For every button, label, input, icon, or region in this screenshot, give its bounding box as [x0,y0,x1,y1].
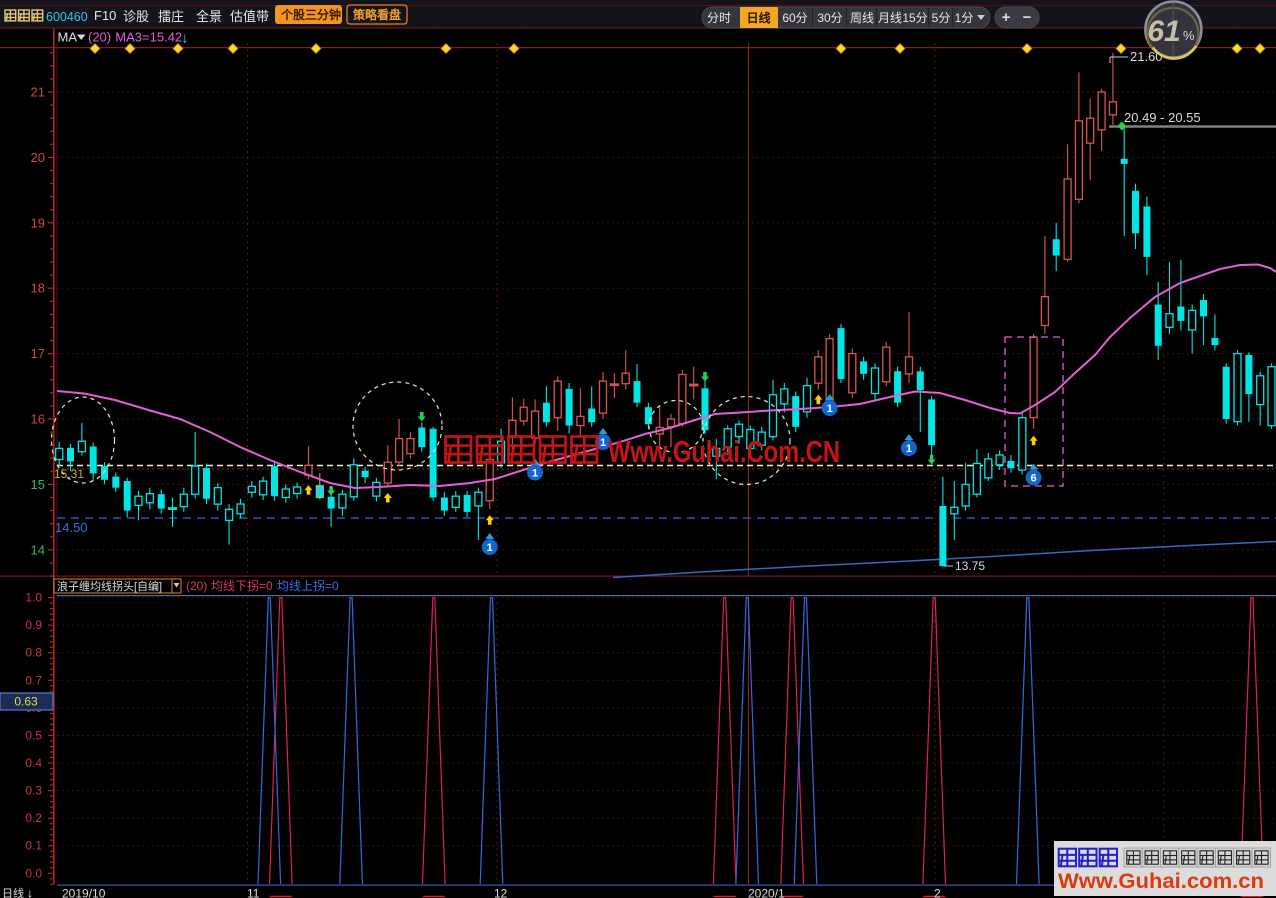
svg-text:−: − [1023,9,1032,26]
svg-text:个股三分钟: 个股三分钟 [280,7,341,22]
svg-text:日线: 日线 [747,10,771,25]
svg-text:(20): (20) [186,579,207,593]
svg-text:20: 20 [31,150,45,165]
svg-text:月线: 月线 [878,11,902,25]
svg-text:2: 2 [934,887,941,898]
svg-text:14: 14 [31,542,45,557]
svg-text:0.8: 0.8 [25,646,42,660]
svg-text:(20): (20) [88,30,111,45]
svg-text:1: 1 [532,468,538,480]
svg-text:16: 16 [31,412,45,427]
svg-text:0.2: 0.2 [25,811,42,825]
svg-text:2020/1: 2020/1 [748,887,785,898]
svg-text:日线: 日线 [2,886,24,898]
svg-text:F10: F10 [94,8,116,23]
svg-text:12: 12 [494,887,508,898]
svg-text:全景: 全景 [196,9,222,24]
svg-text:1: 1 [487,542,493,554]
svg-text:MA: MA [58,30,78,45]
svg-text:0.4: 0.4 [25,756,42,770]
svg-text:1: 1 [827,403,833,415]
svg-text:0.5: 0.5 [25,728,42,742]
svg-text:↓: ↓ [181,30,189,47]
svg-text:0.9: 0.9 [25,618,42,632]
svg-text:21: 21 [31,85,45,100]
svg-text:浪子缠均线拐头[自编]: 浪子缠均线拐头[自编] [57,579,162,593]
svg-text:+: + [1002,9,1011,26]
svg-text:19: 19 [31,215,45,230]
svg-text:0.63: 0.63 [14,695,38,709]
svg-text:30分: 30分 [817,11,842,25]
svg-text:15分: 15分 [902,11,927,25]
svg-text:↓: ↓ [27,886,33,898]
svg-text:周线: 周线 [850,11,874,25]
svg-text:2019/10: 2019/10 [62,887,106,898]
svg-text:600460: 600460 [46,10,88,24]
svg-text:15: 15 [31,477,45,492]
svg-text:MA3=15.42: MA3=15.42 [115,30,182,45]
svg-text:1.0: 1.0 [25,591,42,605]
svg-text:估值带: 估值带 [230,9,269,24]
svg-text:Www.Guhai.Com.CN: Www.Guhai.Com.CN [608,434,840,469]
svg-text:5分: 5分 [932,11,951,25]
svg-text:61: 61 [1147,15,1180,48]
svg-text:1: 1 [906,443,912,455]
svg-text:0.7: 0.7 [25,673,42,687]
svg-text:擂庄: 擂庄 [158,9,184,24]
svg-text:均线上拐=0: 均线上拐=0 [277,578,339,593]
svg-text:18: 18 [31,281,45,296]
svg-text:0.1: 0.1 [25,839,42,853]
svg-text:1: 1 [600,437,606,449]
svg-text:20.49 - 20.55: 20.49 - 20.55 [1124,110,1201,125]
svg-text:分时: 分时 [707,11,731,25]
svg-text:11: 11 [247,887,260,898]
svg-text:%: % [1183,28,1195,43]
svg-text:6: 6 [1031,473,1037,485]
svg-text:均线下拐=0: 均线下拐=0 [211,578,273,593]
svg-text:60分: 60分 [782,11,807,25]
svg-text:13.75: 13.75 [955,559,985,573]
svg-text:诊股: 诊股 [123,9,149,24]
svg-text:Www.Guhai.com.cn: Www.Guhai.com.cn [1058,870,1264,893]
svg-text:0.0: 0.0 [25,866,42,880]
svg-text:策略看盘: 策略看盘 [353,7,401,22]
svg-text:14.50: 14.50 [55,520,88,535]
svg-text:1分: 1分 [955,11,974,25]
svg-text:17: 17 [31,346,45,361]
svg-text:0.3: 0.3 [25,784,42,798]
